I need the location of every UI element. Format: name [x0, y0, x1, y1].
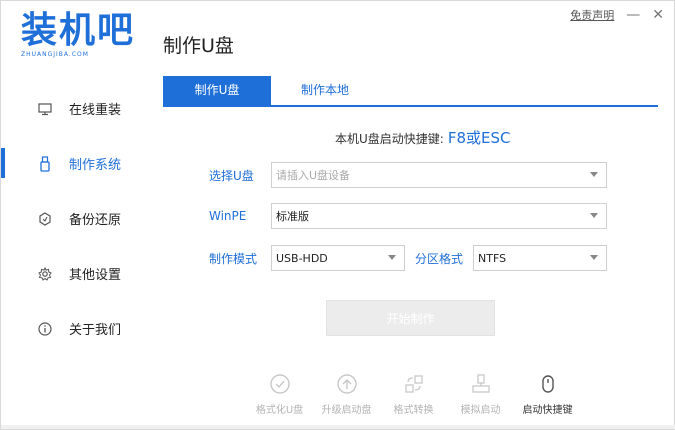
minimize-button[interactable]: —	[626, 8, 640, 22]
tab-make-usb[interactable]: 制作U盘	[163, 76, 271, 105]
winpe-select[interactable]: 标准版	[271, 203, 607, 229]
tool-simulate-boot[interactable]: 模拟启动	[447, 373, 514, 416]
winpe-row: WinPE 标准版	[209, 203, 607, 229]
chevron-down-icon	[590, 255, 598, 260]
chevron-down-icon	[590, 213, 598, 218]
mode-value: USB-HDD	[276, 251, 328, 265]
simulate-icon	[471, 374, 490, 393]
tool-bar: 格式化U盘 升级启动盘 格式转换 模拟启动 启动快捷键	[246, 373, 581, 416]
tab-bar: 制作U盘 制作本地	[163, 76, 658, 107]
tool-label: 升级启动盘	[321, 405, 372, 416]
tool-boot-hotkey[interactable]: 启动快捷键	[514, 373, 581, 416]
winpe-label: WinPE	[209, 209, 247, 223]
sidebar-item-label: 其他设置	[69, 268, 122, 283]
upgrade-icon	[336, 374, 357, 394]
page-title: 制作U盘	[163, 35, 234, 57]
sidebar-item-make-system[interactable]: 制作系统	[1, 136, 151, 191]
hotkey-value: F8或ESC	[447, 129, 511, 147]
monitor-icon	[37, 101, 53, 117]
sidebar: 在线重装 制作系统 备份还原 其他设置 关于我们	[1, 81, 151, 356]
sidebar-item-label: 关于我们	[69, 323, 122, 338]
mode-row: 制作模式 USB-HDD 分区格式 NTFS	[209, 245, 607, 271]
hotkey-info: 本机U盘启动快捷键: F8或ESC	[335, 127, 510, 148]
sidebar-item-about-us[interactable]: 关于我们	[1, 301, 151, 356]
tool-format-convert[interactable]: 格式转换	[380, 373, 447, 416]
partition-value: NTFS	[478, 251, 507, 265]
mode-label: 制作模式	[209, 251, 258, 266]
partition-select[interactable]: NTFS	[473, 245, 607, 271]
start-make-button[interactable]: 开始制作	[326, 300, 495, 336]
backup-icon	[37, 211, 53, 227]
window-controls: 免责声明 — ✕	[570, 7, 664, 23]
winpe-value: 标准版	[276, 210, 309, 223]
usb-select-label: 选择U盘	[209, 168, 254, 183]
mode-select[interactable]: USB-HDD	[271, 245, 405, 271]
usb-select[interactable]: 请插入U盘设备	[271, 162, 607, 188]
partition-label: 分区格式	[415, 251, 464, 266]
sidebar-item-backup-restore[interactable]: 备份还原	[1, 191, 151, 246]
tool-label: 启动快捷键	[522, 405, 573, 416]
chevron-down-icon	[590, 172, 598, 177]
info-icon	[37, 321, 53, 337]
tool-label: 模拟启动	[460, 405, 501, 416]
tool-label: 格式化U盘	[255, 405, 304, 416]
sidebar-item-label: 制作系统	[69, 158, 122, 173]
logo-title: 装机吧	[21, 10, 136, 51]
sidebar-item-label: 备份还原	[69, 213, 122, 228]
chevron-down-icon	[388, 255, 396, 260]
bottom-strip	[1, 425, 675, 429]
usb-select-row: 选择U盘 请插入U盘设备	[209, 162, 607, 188]
close-button[interactable]: ✕	[652, 8, 664, 22]
main-panel: 制作U盘 制作U盘 制作本地 本机U盘启动快捷键: F8或ESC 选择U盘 请插入…	[163, 31, 658, 336]
tool-format-usb[interactable]: 格式化U盘	[246, 373, 313, 416]
disclaimer-link[interactable]: 免责声明	[570, 7, 614, 23]
convert-icon	[404, 375, 423, 393]
tab-make-local[interactable]: 制作本地	[271, 76, 379, 105]
tool-label: 格式转换	[393, 405, 434, 416]
hotkey-label: 本机U盘启动快捷键:	[335, 132, 444, 146]
sidebar-item-online-reinstall[interactable]: 在线重装	[1, 81, 151, 136]
gear-icon	[37, 266, 53, 282]
check-circle-icon	[269, 374, 290, 394]
sidebar-item-label: 在线重装	[69, 103, 122, 118]
app-window: 免责声明 — ✕ 装机吧 ZHUANGJIBA.COM 在线重装 制作系统 备份…	[0, 0, 675, 430]
usb-select-placeholder: 请插入U盘设备	[276, 169, 351, 182]
sidebar-item-other-settings[interactable]: 其他设置	[1, 246, 151, 301]
logo: 装机吧 ZHUANGJIBA.COM	[21, 9, 149, 58]
tool-upgrade-boot[interactable]: 升级启动盘	[313, 373, 380, 416]
mouse-icon	[541, 375, 554, 393]
usb-icon	[37, 155, 53, 172]
